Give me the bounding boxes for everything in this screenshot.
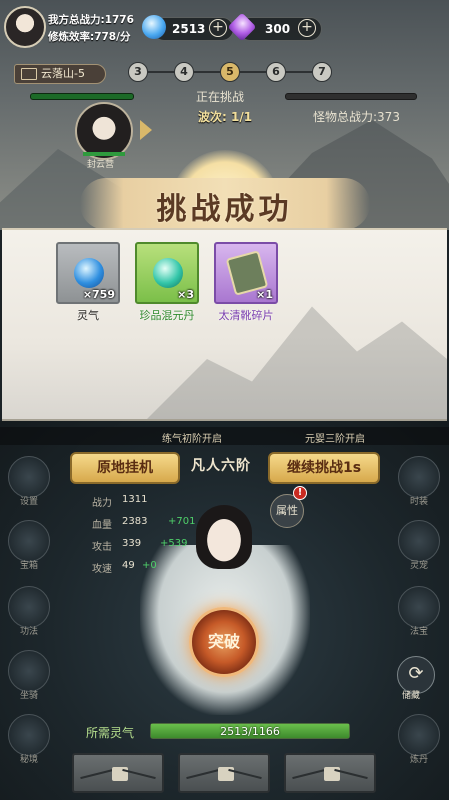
hero-hp-bar bbox=[83, 152, 125, 156]
spirit-stone-icon bbox=[142, 15, 166, 39]
monster-team-hp-bar bbox=[285, 93, 417, 100]
reward-quantity: ×759 bbox=[82, 288, 115, 301]
blue-orb-icon bbox=[74, 258, 104, 288]
success-title: 挑战成功 bbox=[156, 192, 293, 227]
wave-dot-current: 5 bbox=[220, 62, 240, 82]
side-menu-locked-icon[interactable] bbox=[398, 520, 440, 562]
teal-pill-icon bbox=[153, 258, 183, 288]
reward-item[interactable]: ×759 灵气 bbox=[56, 242, 120, 323]
side-menu-locked-icon[interactable] bbox=[398, 714, 440, 756]
add-spirit-stone-button[interactable]: + bbox=[209, 19, 227, 37]
wave-dot: 3 bbox=[128, 62, 148, 82]
side-menu-locked-icon[interactable] bbox=[398, 586, 440, 628]
side-menu-label: 坐骑 bbox=[19, 691, 38, 701]
required-qi-label: 所需灵气 bbox=[86, 726, 135, 740]
wave-dot: 6 bbox=[266, 62, 286, 82]
wave-connector bbox=[240, 71, 266, 73]
attr-bonus: +0 bbox=[142, 560, 157, 571]
hero-name: 封云营 bbox=[87, 160, 115, 170]
qi-progress-text: 2513/1166 bbox=[220, 725, 280, 738]
spirit-stone-value: 2513 bbox=[172, 22, 206, 36]
side-menu-label: 秘境 bbox=[19, 755, 38, 765]
reward-name: 珍品混元丹 bbox=[139, 309, 195, 322]
reward-item-frame: ×1 bbox=[214, 242, 278, 304]
wave-connector bbox=[148, 71, 174, 73]
wave-dot: 4 bbox=[174, 62, 194, 82]
equipment-slot-locked[interactable] bbox=[284, 753, 376, 793]
unlock-notice: 元婴三阶开启 bbox=[305, 434, 365, 445]
attr-value: 2383 bbox=[122, 516, 148, 527]
side-menu-locked-icon[interactable] bbox=[398, 456, 440, 498]
side-menu-label: 设置 bbox=[19, 497, 38, 507]
attr-attack: 攻击 339 +539 bbox=[92, 538, 187, 553]
qi-progress-bar: 2513/1166 bbox=[150, 723, 350, 739]
monster-total-power: 怪物总战力:373 bbox=[313, 110, 400, 124]
side-menu-locked-icon[interactable] bbox=[8, 456, 50, 498]
stash-label: 储藏 bbox=[402, 691, 421, 701]
side-menu-label: 灵宠 bbox=[409, 561, 428, 571]
side-menu-label: 时装 bbox=[409, 497, 428, 507]
player-avatar[interactable] bbox=[4, 6, 46, 48]
add-gem-button[interactable]: + bbox=[298, 19, 316, 37]
equipment-slot-locked[interactable] bbox=[178, 753, 270, 793]
attr-label: 战力 bbox=[92, 498, 112, 509]
wave-connector bbox=[286, 71, 312, 73]
map-icon bbox=[21, 68, 37, 80]
side-menu-locked-icon[interactable] bbox=[8, 714, 50, 756]
cultivator-head bbox=[196, 505, 252, 569]
side-menu-locked-icon[interactable] bbox=[8, 650, 50, 692]
reward-item[interactable]: ×3 珍品混元丹 bbox=[135, 242, 199, 323]
reward-quantity: ×1 bbox=[256, 288, 273, 301]
player-team-hp-bar bbox=[30, 93, 134, 100]
attr-speed: 攻速 49 +0 bbox=[92, 560, 157, 575]
reward-quantity: ×3 bbox=[177, 288, 194, 301]
attr-hp: 血量 2383 +701 bbox=[92, 516, 195, 531]
side-menu-label: 宝箱 bbox=[19, 561, 38, 571]
attr-power: 战力 1311 bbox=[92, 494, 147, 509]
side-menu-label: 炼丹 bbox=[409, 755, 428, 765]
gem-value: 300 bbox=[265, 22, 291, 36]
alert-badge: ! bbox=[293, 486, 307, 500]
reward-name: 太清靴碎片 bbox=[218, 309, 274, 322]
cultivation-realm: 凡人六阶 bbox=[191, 458, 251, 474]
battle-status: 正在挑战 bbox=[196, 90, 245, 104]
attr-label: 血量 bbox=[92, 520, 112, 531]
attr-value: 1311 bbox=[122, 494, 148, 505]
wave-connector bbox=[194, 71, 220, 73]
attr-value: 49 bbox=[122, 560, 135, 571]
lock-icon bbox=[218, 767, 234, 781]
reward-item-frame: ×3 bbox=[135, 242, 199, 304]
reward-panel[interactable]: ×759 灵气 ×3 珍品混元丹 ×1 太清靴碎片 bbox=[2, 228, 447, 421]
attr-label: 攻速 bbox=[92, 564, 112, 575]
unlock-notice: 练气初阶开启 bbox=[162, 434, 222, 445]
continue-challenge-button[interactable]: 继续挑战1s bbox=[268, 452, 380, 484]
player-total-power: 我方总战力:1776 bbox=[48, 14, 134, 26]
wave-dot: 7 bbox=[312, 62, 332, 82]
side-menu-label: 法宝 bbox=[409, 627, 428, 637]
lock-icon bbox=[324, 767, 340, 781]
cultivation-efficiency: 修炼效率:778/分 bbox=[48, 31, 131, 43]
equipment-slot-locked[interactable] bbox=[72, 753, 164, 793]
side-menu-locked-icon[interactable] bbox=[8, 586, 50, 628]
stage-name: 云落山-5 bbox=[41, 67, 85, 80]
attr-bonus: +701 bbox=[168, 516, 196, 527]
attr-bonus: +539 bbox=[160, 538, 188, 549]
unlock-strip bbox=[0, 427, 449, 445]
advance-arrow-icon bbox=[140, 120, 152, 140]
reward-item-frame: ×759 bbox=[56, 242, 120, 304]
reward-name: 灵气 bbox=[77, 309, 99, 322]
wave-progress: 波次: 1/1 bbox=[198, 110, 253, 124]
idle-in-place-button[interactable]: 原地挂机 bbox=[70, 452, 180, 484]
side-menu-label: 功法 bbox=[19, 627, 38, 637]
stage-name-tag[interactable]: 云落山-5 bbox=[14, 64, 106, 84]
attr-label: 攻击 bbox=[92, 542, 112, 553]
lock-icon bbox=[112, 767, 128, 781]
side-menu-locked-icon[interactable] bbox=[8, 520, 50, 562]
breakthrough-button[interactable]: 突破 bbox=[189, 607, 259, 677]
attr-value: 339 bbox=[122, 538, 142, 549]
reward-item[interactable]: ×1 太清靴碎片 bbox=[214, 242, 278, 323]
